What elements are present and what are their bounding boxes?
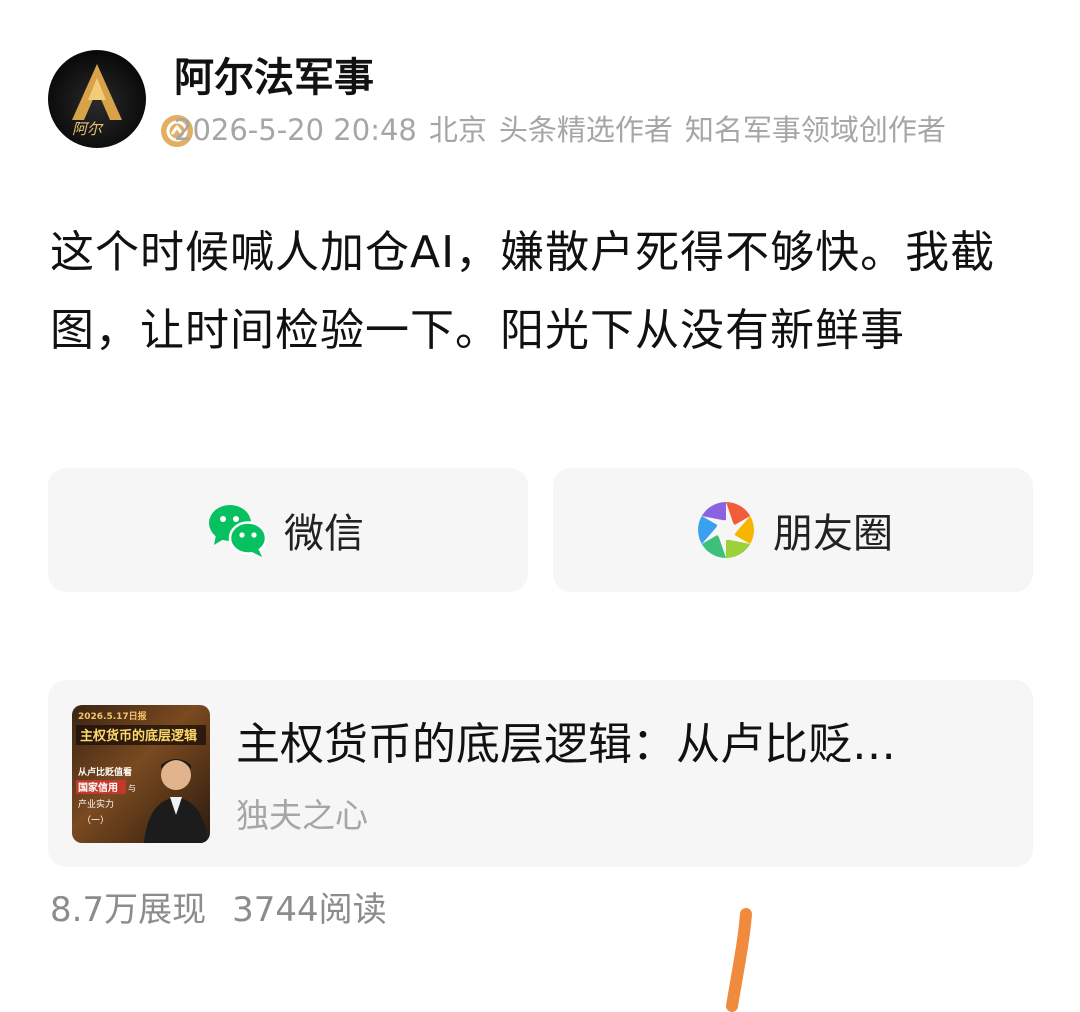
post-location: 北京 [428,113,487,147]
thumb-line3: 与 [128,784,136,793]
thumb-line2: 国家信用 [78,781,118,794]
avatar-text: 阿尔 [72,120,104,138]
moments-aperture-icon [698,502,754,558]
share-wechat-label: 微信 [284,511,364,557]
author-avatar[interactable]: 阿尔 [48,50,146,148]
share-wechat-button[interactable]: 微信 [48,468,528,592]
linked-article-card[interactable]: 2026.5.17日报 主权货币的底层逻辑 从卢比贬值看 国家信用 与 产业实力… [48,680,1033,867]
thumb-line4: 产业实力 [78,798,114,810]
author-header: 阿尔 阿尔法军事 2026-5-20 20:48 北京 头条精选作者 知名军事领域创作… [48,50,1048,150]
post-date: 2026-5-20 20:48 [174,113,417,147]
post-stats: 8.7万展现 3744阅读 [50,888,413,932]
thumb-date-text: 2026.5.17日报 [78,710,147,722]
thumb-line1: 从卢比贬值看 [78,766,132,778]
author-tag-selected: 头条精选作者 [498,113,673,147]
author-meta: 2026-5-20 20:48 北京 头条精选作者 知名军事领域创作者 [174,112,958,148]
article-title[interactable]: 主权货币的底层逻辑：从卢比贬… [236,718,996,772]
author-name[interactable]: 阿尔法军事 [174,54,374,102]
wechat-icon [209,505,268,557]
impressions-count: 8.7万展现 [50,890,207,930]
article-source: 独夫之心 [236,796,368,835]
reads-count: 3744阅读 [232,890,387,930]
avatar-logo-icon: 阿尔 [72,64,122,138]
post-text: 这个时候喊人加仓AI，嫌散户死得不够快。我截图，让时间检验一下。阳光下从没有新鲜… [50,227,996,356]
thumb-line5: （一） [82,815,109,826]
share-moments-button[interactable]: 朋友圈 [553,468,1033,592]
article-thumbnail: 2026.5.17日报 主权货币的底层逻辑 从卢比贬值看 国家信用 与 产业实力… [72,705,210,843]
thumb-headline: 主权货币的底层逻辑 [80,728,197,744]
author-tag-domain: 知名军事领域创作者 [684,113,946,147]
share-moments-label: 朋友圈 [773,511,893,557]
